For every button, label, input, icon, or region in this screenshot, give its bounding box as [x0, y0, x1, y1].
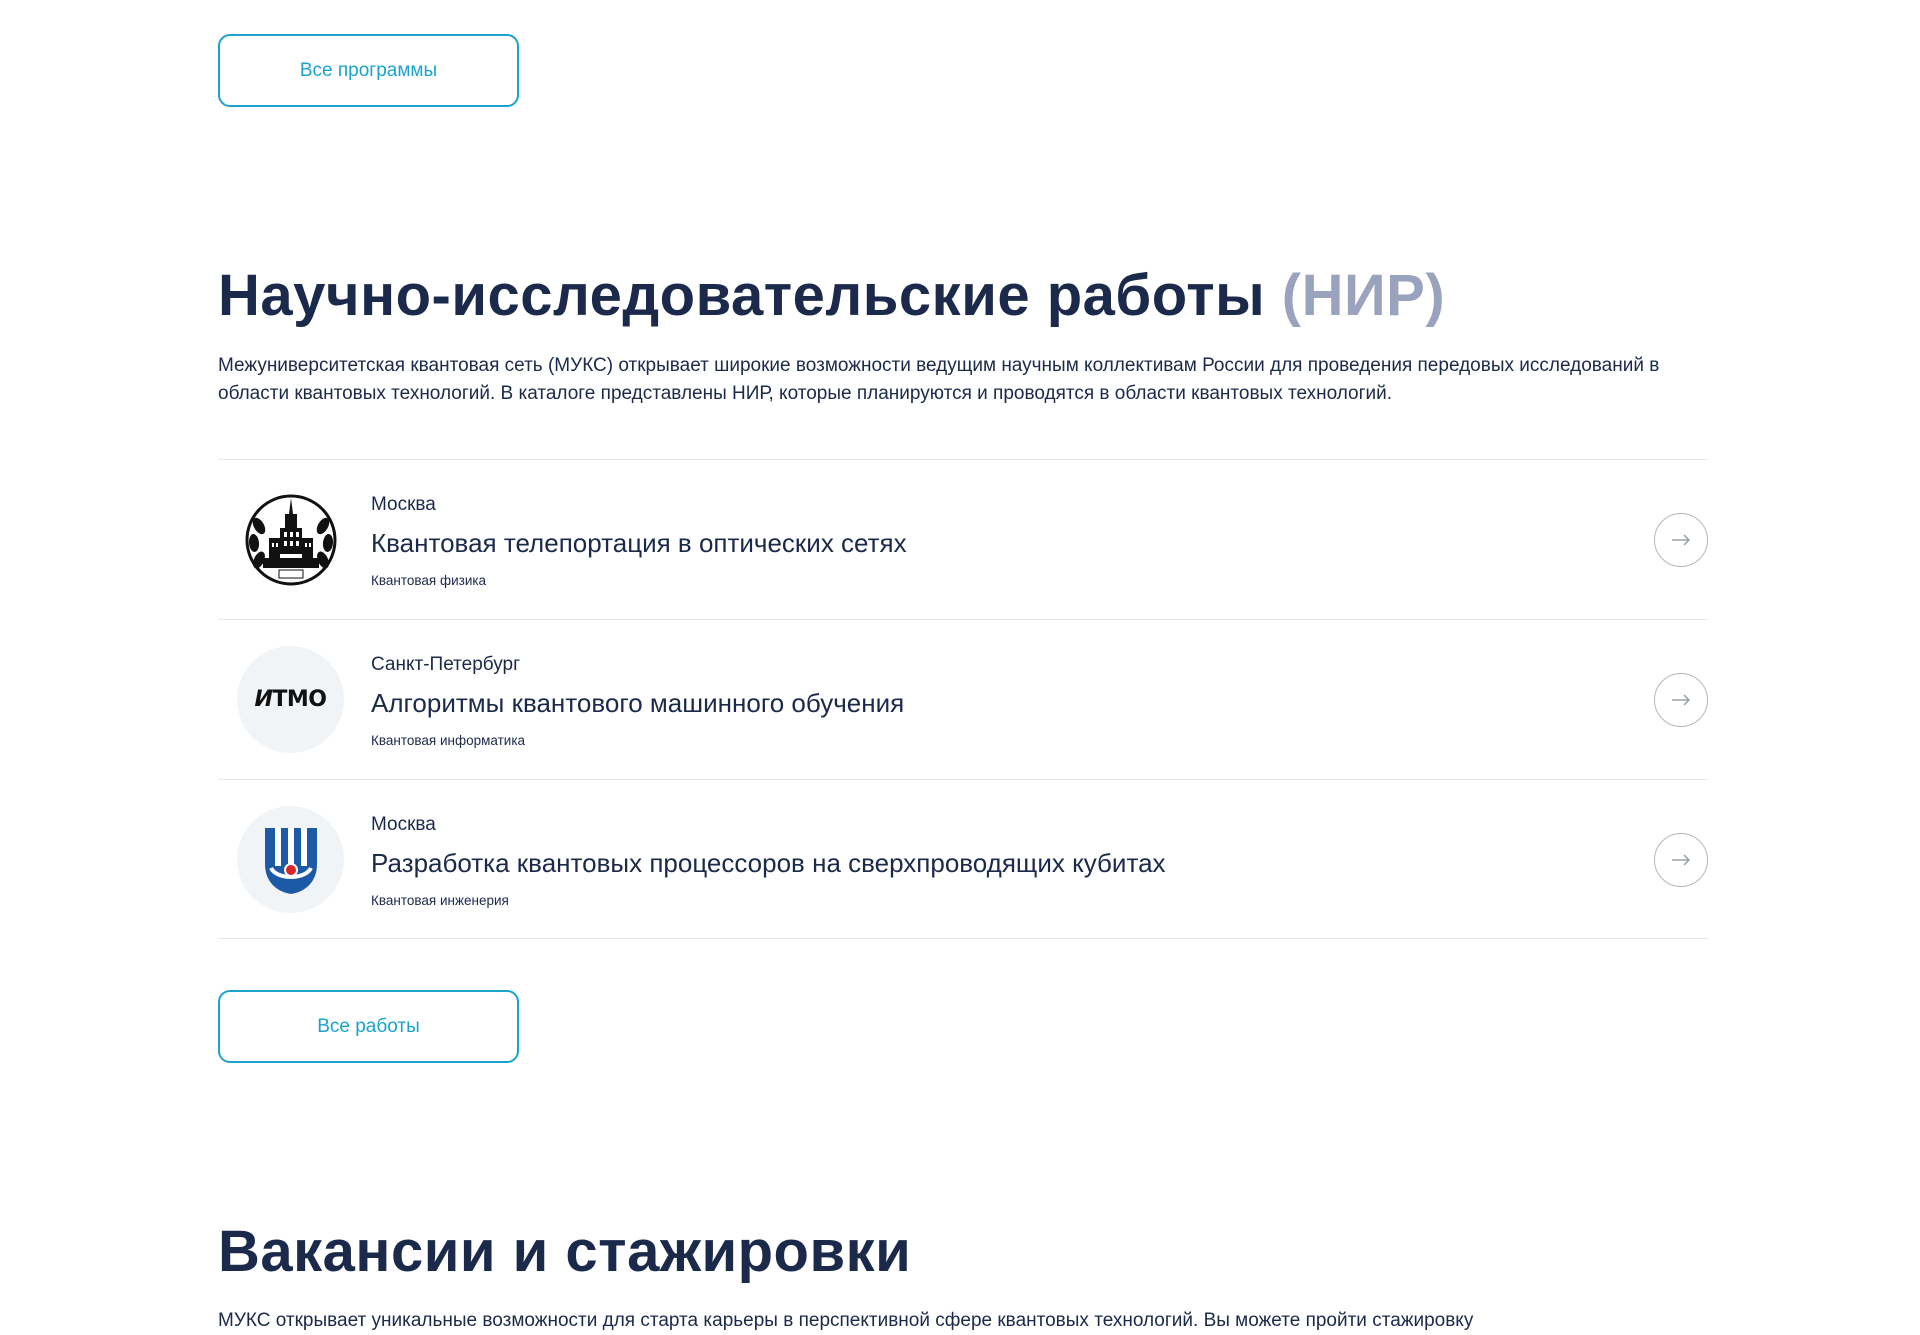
research-item-title[interactable]: Квантовая телепортация в оптических сетя… — [371, 528, 907, 559]
all-works-button[interactable]: Все работы — [218, 990, 519, 1063]
research-item-city: Санкт-Петербург — [371, 654, 521, 675]
itmo-logo-icon: ИTMO — [237, 646, 344, 753]
research-item-tag: Квантовая информатика — [371, 733, 526, 748]
research-section-title: Научно-исследовательские работы (НИР) — [218, 262, 1445, 329]
research-item-title[interactable]: Алгоритмы квантового машинного обучения — [371, 688, 904, 719]
research-item[interactable]: Москва Квантовая телепортация в оптическ… — [218, 459, 1708, 619]
arrow-right-icon — [1672, 854, 1691, 866]
research-description: Межуниверситетская квантовая сеть (МУКС)… — [218, 355, 1660, 404]
research-item-tag: Квантовая физика — [371, 573, 487, 588]
open-item-button[interactable] — [1654, 513, 1708, 567]
arrow-right-icon — [1672, 534, 1691, 546]
vacancies-description: МУКС открывает уникальные возможности дл… — [218, 1310, 1474, 1331]
research-item[interactable]: Москва Разработка квантовых процессоров … — [218, 779, 1708, 939]
arrow-right-icon — [1672, 694, 1691, 706]
research-list: Москва Квантовая телепортация в оптическ… — [218, 459, 1708, 939]
msu-emblem-icon — [237, 486, 344, 593]
page: Все программы Научно-исследовательские р… — [0, 0, 1920, 1335]
research-item-city: Москва — [371, 494, 436, 515]
vacancies-section-title: Вакансии и стажировки — [218, 1219, 912, 1284]
open-item-button[interactable] — [1654, 673, 1708, 727]
research-title-abbr: (НИР) — [1281, 263, 1446, 328]
research-title-text: Научно-исследовательские работы — [218, 263, 1266, 328]
all-programs-button[interactable]: Все программы — [218, 34, 519, 107]
university-shield-icon — [237, 806, 344, 913]
research-item-title[interactable]: Разработка квантовых процессоров на свер… — [371, 848, 1166, 879]
research-item-tag: Квантовая инженерия — [371, 893, 509, 908]
open-item-button[interactable] — [1654, 833, 1708, 887]
research-item[interactable]: ИTMO Санкт-Петербург Алгоритмы квантовог… — [218, 619, 1708, 779]
research-item-city: Москва — [371, 814, 436, 835]
